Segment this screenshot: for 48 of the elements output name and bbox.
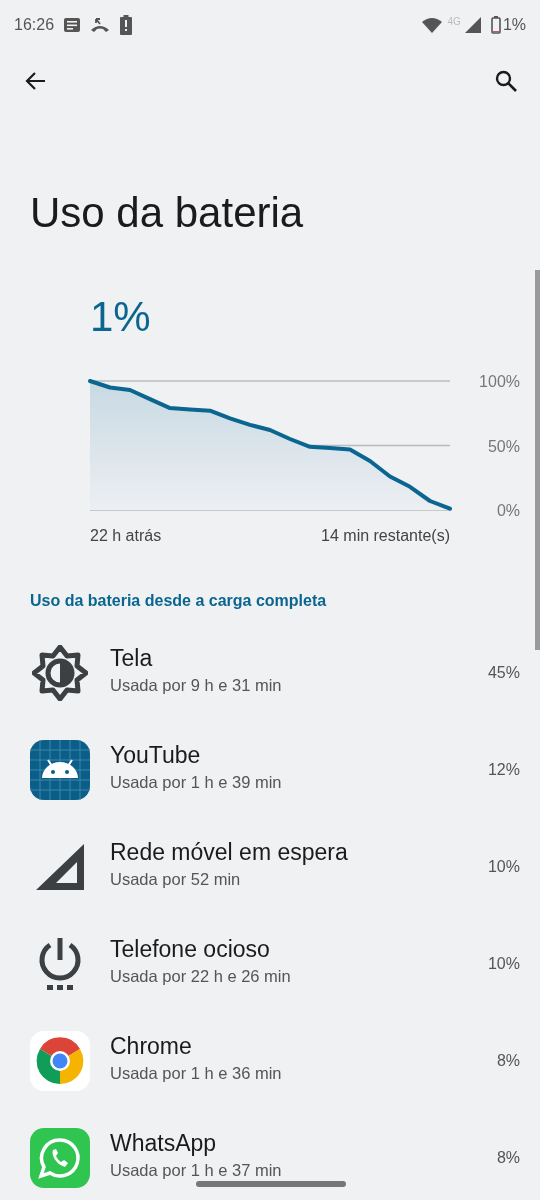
y-axis-label: 100% [479,373,520,390]
usage-item[interactable]: Telefone ocioso Usada por 22 h e 26 min 10% [0,915,540,1012]
y-axis-label: 50% [487,437,520,455]
usage-item[interactable]: Chrome Usada por 1 h e 36 min 8% [0,1012,540,1109]
missed-call-icon [90,17,111,33]
brightness-icon [32,644,88,701]
item-percent: 10% [487,857,520,876]
item-usage: Usada por 9 h e 31 min [110,675,283,695]
battery-percent: 1% [502,16,526,34]
wifi-icon [421,17,442,33]
item-name: WhatsApp [110,1129,218,1157]
signal-icon [34,841,86,892]
chat-bubble-icon [30,1127,90,1188]
item-name: Tela [110,644,154,672]
item-usage: Usada por 1 h e 37 min [110,1160,283,1180]
page-title: Uso da bateria [30,188,305,238]
item-usage: Usada por 52 min [110,869,242,889]
item-percent: 8% [496,1051,520,1070]
battery-level: 1% [90,292,152,342]
network-type: 4G [447,15,461,27]
notification-icon [64,18,81,32]
usage-item[interactable]: WhatsApp Usada por 1 h e 37 min 8% [0,1109,540,1200]
chrome-icon [30,1030,90,1091]
item-percent: 10% [487,954,520,973]
item-percent: 8% [496,1148,520,1167]
section-header: Uso da bateria desde a carga completa [30,592,328,610]
power-icon [38,935,82,992]
start-time-label: 22 h atrás [90,527,162,544]
item-name: Chrome [110,1032,193,1060]
item-name: Telefone ocioso [110,935,271,963]
item-percent: 45% [487,663,520,682]
item-name: YouTube [110,741,202,769]
item-name: Rede móvel em espera [110,838,349,866]
item-usage: Usada por 1 h e 39 min [110,772,283,792]
item-usage: Usada por 1 h e 36 min [110,1063,283,1083]
android-app-icon [30,739,90,800]
battery-alert-icon [120,15,133,35]
item-usage: Usada por 22 h e 26 min [110,966,292,986]
battery-icon [490,16,501,34]
item-percent: 12% [487,760,520,779]
status-time: 16:26 [14,16,55,34]
usage-item[interactable]: Rede móvel em espera Usada por 52 min 10% [0,818,540,915]
usage-item[interactable]: Tela Usada por 9 h e 31 min 45% [0,624,540,721]
usage-item[interactable]: YouTube Usada por 1 h e 39 min 12% [0,721,540,818]
nav-handle[interactable] [196,1181,346,1187]
y-axis-label: 0% [496,502,520,519]
time-remaining-label: 14 min restante(s) [321,527,450,544]
signal-icon [464,17,481,33]
